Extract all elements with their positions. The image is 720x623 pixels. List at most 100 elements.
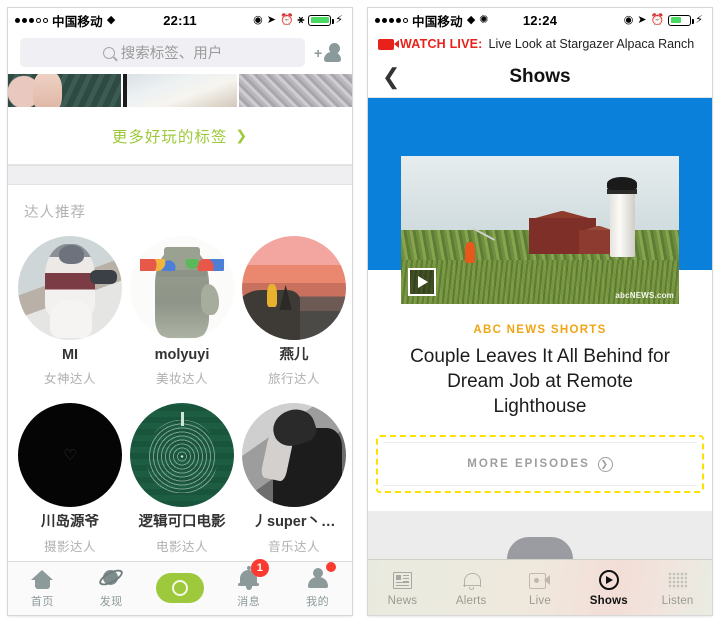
- hero-section: abcNEWS.com: [368, 98, 712, 312]
- tab-alerts[interactable]: Alerts: [437, 568, 506, 607]
- tab-listen-label: Listen: [661, 595, 694, 607]
- watch-live-text: Live Look at Stargazer Alpaca Ranch: [488, 37, 695, 51]
- tab-messages-label: 消息: [237, 596, 261, 608]
- expert-tag: 电影达人: [155, 539, 208, 554]
- tab-discover[interactable]: 发现: [77, 563, 146, 609]
- alarm-icon: ⏰: [650, 13, 665, 26]
- expert-card[interactable]: 丿super丶… 音乐达人: [238, 399, 350, 566]
- tab-shows[interactable]: Shows: [574, 568, 643, 607]
- tab-listen[interactable]: Listen: [643, 568, 712, 607]
- tab-mine[interactable]: 我的: [283, 562, 352, 609]
- expert-card[interactable]: ♡ 川岛源爷 摄影达人: [14, 399, 126, 566]
- expert-tag: 音乐达人: [267, 539, 320, 554]
- home-icon: [31, 570, 54, 589]
- watch-live-banner[interactable]: WATCH LIVE: Live Look at Stargazer Alpac…: [368, 32, 712, 56]
- page-background-filler: [368, 511, 712, 559]
- expert-tag: 旅行达人: [267, 372, 320, 387]
- tab-alerts-label: Alerts: [455, 595, 487, 607]
- heart-icon: ♡: [63, 447, 77, 465]
- video-camera-icon: [378, 38, 399, 50]
- avatar[interactable]: [130, 236, 234, 340]
- battery-icon: [668, 14, 694, 26]
- lock-rotation-icon: ◉: [623, 13, 634, 26]
- unread-dot-badge: [325, 562, 336, 572]
- tag-photo-strip[interactable]: [8, 74, 352, 107]
- tab-news-label: News: [387, 595, 418, 607]
- right-phone-screenshot: 中国移动 ◆ ✺ 12:24 ◉ ➤ ⏰ ⚡ WATCH LIVE: Live …: [360, 0, 720, 623]
- avatar[interactable]: [242, 236, 346, 340]
- tab-messages[interactable]: 1 消息: [214, 559, 283, 609]
- search-placeholder: 搜索标签、用户: [120, 46, 223, 62]
- tab-live[interactable]: Live: [506, 568, 575, 607]
- charging-bolt-icon: ⚡: [695, 13, 703, 26]
- avatar[interactable]: [242, 403, 346, 508]
- camera-shutter-icon: [155, 573, 204, 603]
- tab-home-label: 首页: [30, 596, 54, 608]
- play-circle-icon: [598, 570, 619, 590]
- equalizer-icon: [668, 571, 688, 589]
- expert-name: 逻辑可口电影: [138, 514, 226, 531]
- next-card-peek: [507, 537, 573, 559]
- search-bar: 搜索标签、用户 +: [8, 32, 352, 74]
- tab-home[interactable]: 首页: [8, 563, 77, 609]
- chevron-left-icon[interactable]: ❮: [382, 65, 400, 88]
- expert-tag: 美妆达人: [155, 372, 208, 387]
- avatar[interactable]: [130, 403, 234, 508]
- screenshot-stage: 中国移动 ◆ 22:11 ◉ ➤ ⏰ ⚹ ⚡ 搜索标签、用户 + 更多好玩的标签…: [0, 0, 720, 623]
- tag-photo-1[interactable]: [8, 74, 122, 107]
- expert-name: 丿super丶…: [252, 514, 336, 531]
- expert-name: molyuyi: [154, 347, 210, 363]
- more-tags-label: 更多好玩的标签: [111, 128, 228, 146]
- more-episodes-label: MORE EPISODES: [467, 458, 590, 471]
- expert-card[interactable]: 逻辑可口电影 电影达人: [126, 399, 238, 566]
- expert-card[interactable]: MI 女神达人: [14, 232, 126, 399]
- camera-shutter-button[interactable]: [146, 571, 215, 609]
- planet-icon: [97, 566, 126, 589]
- bluetooth-icon: ⚹: [297, 13, 305, 26]
- tab-discover-label: 发现: [99, 596, 123, 608]
- expert-name: 燕儿: [279, 347, 309, 363]
- alarm-icon: ⏰: [279, 13, 294, 26]
- video-thumbnail[interactable]: abcNEWS.com: [401, 156, 679, 304]
- expert-tag: 摄影达人: [43, 539, 96, 554]
- tag-photo-3[interactable]: [238, 74, 352, 107]
- arrow-right-circle-icon: ❯: [597, 456, 613, 472]
- expert-row: ♡ 川岛源爷 摄影达人 逻辑可口电影 电影达人 丿super丶… 音乐达人: [14, 399, 346, 566]
- avatar[interactable]: [18, 236, 122, 340]
- bell-icon: [462, 571, 481, 590]
- expert-name: 川岛源爷: [41, 514, 99, 531]
- abc-news-watermark: abcNEWS.com: [615, 291, 674, 300]
- tab-mine-label: 我的: [306, 596, 330, 608]
- add-user-icon[interactable]: +: [314, 42, 341, 64]
- expert-grid: MI 女神达人 molyuyi 美妆达人 燕儿 旅行达人 ♡ 川岛源爷 摄影达人…: [8, 230, 352, 573]
- tab-news[interactable]: News: [368, 568, 437, 607]
- tab-live-label: Live: [529, 595, 551, 607]
- video-camera-icon: [529, 573, 551, 589]
- news-icon: [392, 571, 412, 589]
- article-headline[interactable]: Couple Leaves It All Behind for Dream Jo…: [368, 340, 712, 436]
- battery-icon: [308, 14, 334, 26]
- play-button-icon[interactable]: [408, 268, 436, 296]
- chevron-right-icon: ❯: [235, 127, 249, 143]
- location-icon: ➤: [637, 13, 647, 26]
- more-tags-link[interactable]: 更多好玩的标签 ❯: [8, 107, 352, 165]
- bottom-tab-bar-left: 首页 发现 1 消息 我的: [8, 559, 352, 615]
- watch-live-label: WATCH LIVE:: [400, 37, 483, 51]
- more-episodes-button[interactable]: MORE EPISODES ❯: [383, 442, 697, 487]
- expert-card[interactable]: molyuyi 美妆达人: [126, 232, 238, 399]
- section-title-experts: 达人推荐: [8, 185, 352, 230]
- expert-name: MI: [61, 347, 79, 363]
- left-phone-screenshot: 中国移动 ◆ 22:11 ◉ ➤ ⏰ ⚹ ⚡ 搜索标签、用户 + 更多好玩的标签…: [0, 0, 360, 623]
- location-icon: ➤: [266, 13, 276, 26]
- lock-rotation-icon: ◉: [253, 13, 263, 26]
- bottom-tab-bar-right: News Alerts Live Shows Listen: [368, 559, 712, 615]
- highlight-box-more-episodes: MORE EPISODES ❯: [376, 435, 704, 494]
- status-bar-right: 中国移动 ◆ ✺ 12:24 ◉ ➤ ⏰ ⚡: [368, 8, 712, 32]
- expert-tag: 女神达人: [43, 372, 96, 387]
- status-badge: 1: [250, 559, 269, 577]
- avatar[interactable]: ♡: [18, 403, 122, 508]
- search-input[interactable]: 搜索标签、用户: [20, 38, 305, 67]
- tag-photo-2[interactable]: [123, 74, 237, 107]
- status-bar-left: 中国移动 ◆ 22:11 ◉ ➤ ⏰ ⚹ ⚡: [8, 8, 352, 32]
- expert-card[interactable]: 燕儿 旅行达人: [238, 232, 350, 399]
